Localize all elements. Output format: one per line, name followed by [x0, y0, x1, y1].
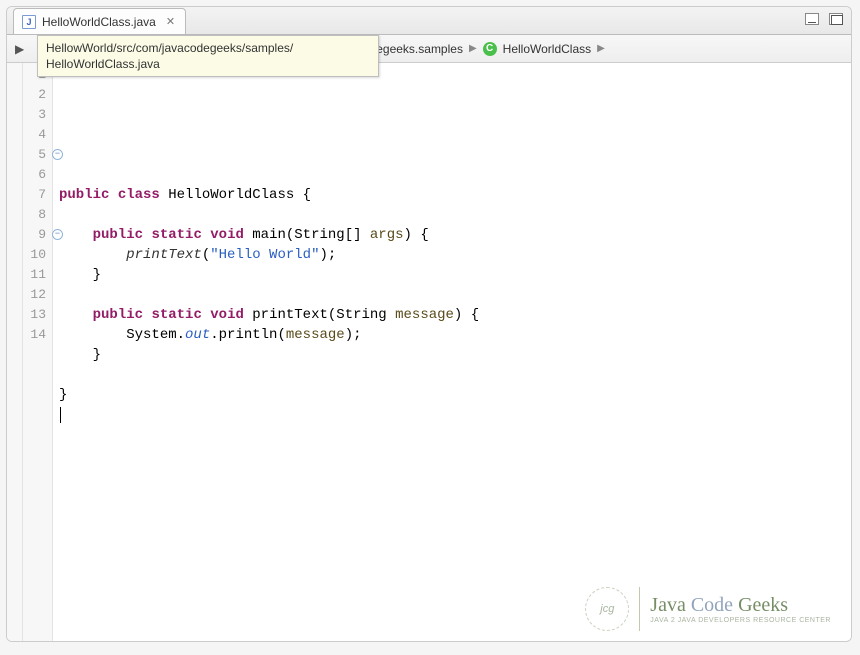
code-line[interactable]: }	[59, 265, 851, 285]
watermark-logo: jcg Java Code Geeks Java 2 Java Develope…	[585, 587, 831, 631]
code-editor[interactable]: public class HelloWorldClass { public st…	[53, 63, 851, 641]
editor-area: 12345−6789−1011121314 public class Hello…	[7, 63, 851, 641]
code-line[interactable]: public static void main(String[] args) {	[59, 225, 851, 245]
line-number: 12	[23, 285, 52, 305]
tooltip-line2: HelloWorldClass.java	[46, 56, 370, 72]
code-line[interactable]	[59, 165, 851, 185]
tab-filename: HelloWorldClass.java	[42, 15, 156, 29]
breadcrumb-class[interactable]: HelloWorldClass	[503, 42, 591, 56]
line-number-gutter[interactable]: 12345−6789−1011121314	[23, 63, 53, 641]
tooltip-line1: HellowWorld/src/com/javacodegeeks/sample…	[46, 40, 370, 56]
minimize-button[interactable]	[805, 13, 819, 25]
line-number: 13	[23, 305, 52, 325]
code-line[interactable]	[59, 205, 851, 225]
java-file-icon: J	[22, 15, 36, 29]
code-line[interactable]: }	[59, 345, 851, 365]
breadcrumb-package[interactable]: egeeks.samples	[376, 42, 463, 56]
code-line[interactable]: public static void printText(String mess…	[59, 305, 851, 325]
chevron-icon: ▶	[469, 43, 477, 54]
path-tooltip: HellowWorld/src/com/javacodegeeks/sample…	[37, 35, 379, 77]
editor-window: J HelloWorldClass.java ✕ ▶ HellowWorld/s…	[6, 6, 852, 642]
code-line[interactable]: }	[59, 385, 851, 405]
window-controls	[805, 13, 843, 25]
maximize-button[interactable]	[829, 13, 843, 25]
line-number: 7	[23, 185, 52, 205]
tab-bar: J HelloWorldClass.java ✕	[7, 7, 851, 35]
line-number: 3	[23, 105, 52, 125]
line-number: 11	[23, 265, 52, 285]
line-number: 2	[23, 85, 52, 105]
code-line[interactable]: public class HelloWorldClass {	[59, 185, 851, 205]
code-line[interactable]	[59, 145, 851, 165]
line-number: 14	[23, 325, 52, 345]
code-line[interactable]: System.out.println(message);	[59, 325, 851, 345]
watermark-text: Java Code Geeks Java 2 Java Developers R…	[650, 594, 831, 624]
line-number: 5−	[23, 145, 52, 165]
marker-ruler[interactable]	[7, 63, 23, 641]
breadcrumb-back-icon[interactable]: ▶	[15, 42, 24, 56]
watermark-separator	[639, 587, 640, 631]
line-number: 6	[23, 165, 52, 185]
file-tab[interactable]: J HelloWorldClass.java ✕	[13, 8, 186, 34]
code-line[interactable]	[59, 365, 851, 385]
line-number: 9−	[23, 225, 52, 245]
chevron-icon: ▶	[597, 43, 605, 54]
watermark-initials: jcg	[585, 587, 629, 631]
line-number: 10	[23, 245, 52, 265]
line-number: 8	[23, 205, 52, 225]
code-line[interactable]	[59, 405, 851, 425]
class-icon: C	[483, 42, 497, 56]
close-tab-icon[interactable]: ✕	[166, 15, 175, 28]
code-line[interactable]: printText("Hello World");	[59, 245, 851, 265]
line-number: 4	[23, 125, 52, 145]
code-line[interactable]	[59, 285, 851, 305]
breadcrumb: ▶ HellowWorld/src/com/javacodegeeks/samp…	[7, 35, 851, 63]
